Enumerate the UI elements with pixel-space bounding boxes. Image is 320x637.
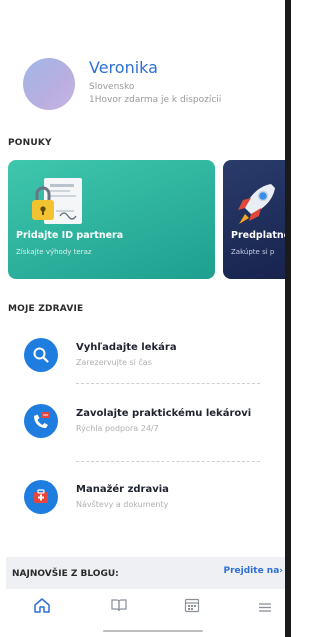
menu-icon [258,598,272,617]
list-item-title: Manažér zdravia [76,484,169,495]
offer-card-partner-id[interactable]: Pridajte ID partnera Získajte výhody ter… [8,160,215,279]
list-item-subtitle: Návštevy a dokumenty [76,500,169,509]
avatar[interactable] [23,58,75,110]
tab-calendar[interactable] [180,597,204,617]
calendar-icon [184,597,200,617]
home-icon [33,597,51,617]
health-manager-item[interactable]: Manažér zdravia Návštevy a dokumenty [24,480,264,536]
profile-name: Veronika [89,58,158,77]
list-item-subtitle: Zarezervujte si čas [76,358,152,367]
rocket-icon [231,178,281,228]
tab-library[interactable] [107,597,131,617]
search-icon [24,338,58,372]
book-icon [110,597,128,617]
list-item-title: Vyhľadajte lekára [76,342,177,353]
phone-chat-icon [24,404,58,438]
blog-go-to-link[interactable]: Prejdite na› [224,566,283,576]
find-doctor-item[interactable]: Vyhľadajte lekára Zarezervujte si čas [24,338,264,394]
device-frame-edge [285,0,291,637]
bottom-tab-bar [0,589,285,625]
list-item-title: Zavolajte praktickému lekárovi [76,408,252,419]
list-item-subtitle: Rýchla podpora 24/7 [76,424,159,433]
blog-section-title: NAJNOVŠIE Z BLOGU: [12,569,119,579]
offers-section-title: PONUKY [8,138,52,148]
offer-card-title: Pridajte ID partnera [16,230,124,241]
id-document-lock-icon [30,176,90,228]
profile-header[interactable]: Veronika Slovensko 1Hovor zdarma je k di… [23,58,273,120]
offer-card-subscription[interactable]: Predplatné Zakúpte si p [223,160,285,279]
home-indicator [103,630,203,632]
free-call-note: 1Hovor zdarma je k dispozícii [89,95,222,105]
divider [76,461,260,462]
offer-card-subtitle: Zakúpte si p [231,248,275,256]
offers-carousel[interactable]: Pridajte ID partnera Získajte výhody ter… [8,160,285,280]
blog-section-header: NAJNOVŠIE Z BLOGU: Prejdite na› [6,557,285,589]
profile-country: Slovensko [89,82,135,92]
call-gp-item[interactable]: Zavolajte praktickému lekárovi Rýchla po… [24,404,264,460]
offer-card-subtitle: Získajte výhody teraz [16,248,92,256]
health-section-title: MOJE ZDRAVIE [8,304,84,314]
tab-menu[interactable] [253,597,277,617]
divider [76,383,260,384]
medical-kit-icon [24,480,58,514]
tab-home[interactable] [30,597,54,617]
offer-card-title: Predplatné [231,230,285,241]
